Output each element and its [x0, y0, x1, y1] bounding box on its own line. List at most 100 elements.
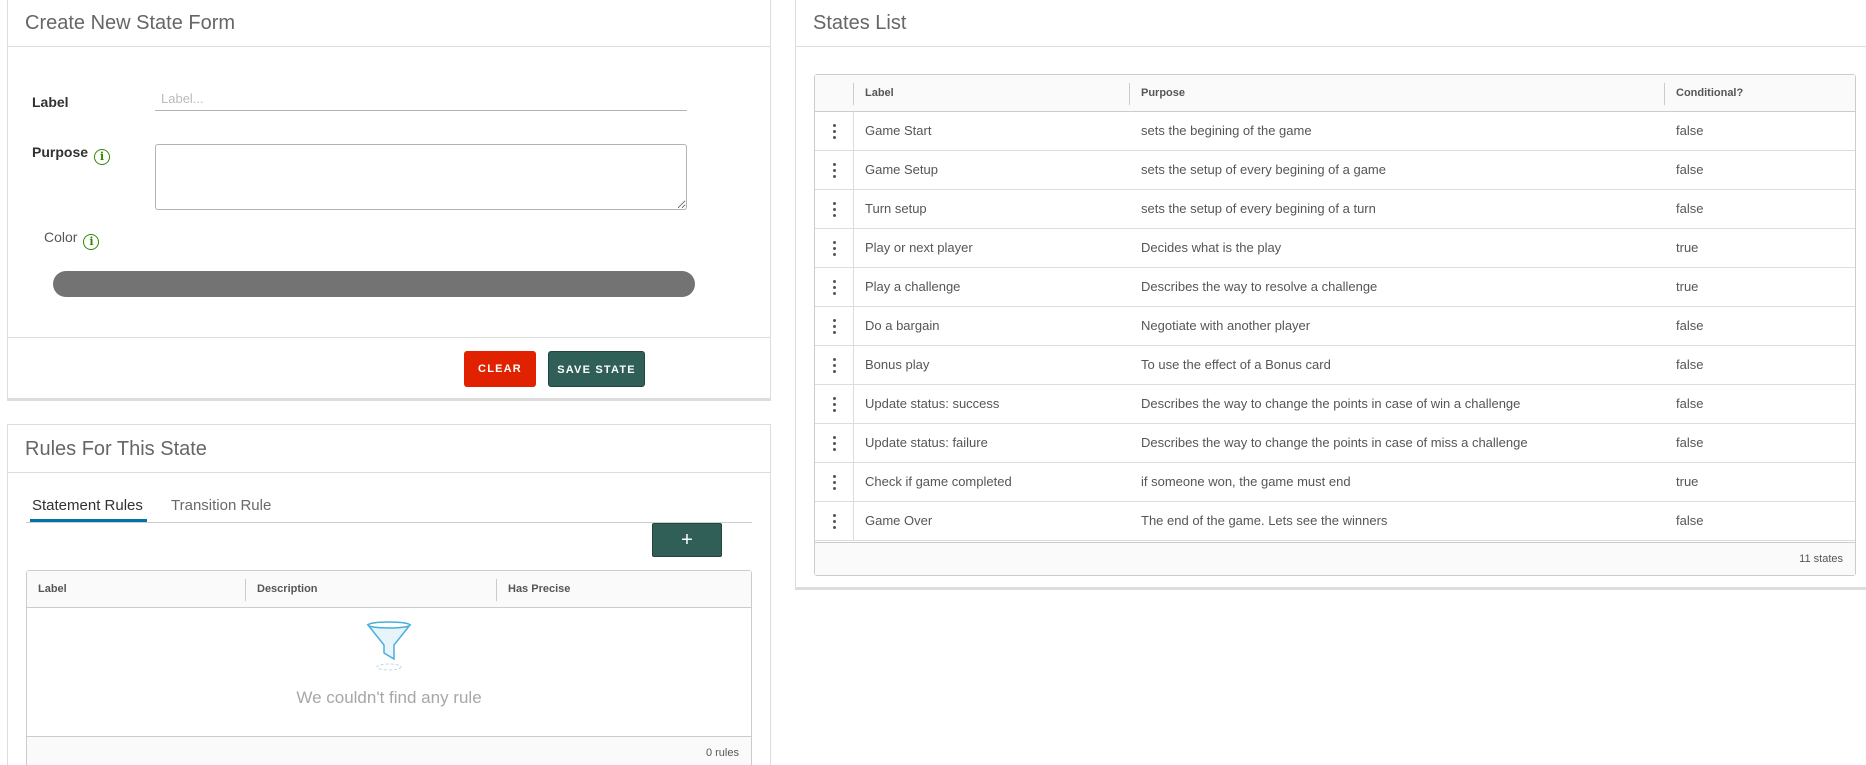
row-actions-icon[interactable]: [815, 229, 853, 267]
purpose-textarea[interactable]: [155, 144, 687, 210]
state-purpose: Negotiate with another player: [1141, 318, 1311, 333]
state-label: Game Setup: [865, 162, 938, 177]
table-row[interactable]: Bonus play To use the effect of a Bonus …: [815, 346, 1855, 385]
state-purpose: Describes the way to change the points i…: [1141, 435, 1528, 450]
state-conditional: false: [1676, 123, 1704, 138]
cell-divider: [853, 151, 854, 189]
state-conditional: true: [1676, 474, 1699, 489]
cell-divider: [853, 229, 854, 267]
row-actions-icon[interactable]: [815, 463, 853, 501]
state-purpose: Describes the way to change the points i…: [1141, 396, 1521, 411]
row-actions-icon[interactable]: [815, 424, 853, 462]
table-row[interactable]: Play a challenge Describes the way to re…: [815, 268, 1855, 307]
states-table: Label Purpose Conditional? Game Start se…: [814, 74, 1856, 576]
state-purpose: if someone won, the game must end: [1141, 474, 1351, 489]
create-state-form-card: Create New State Form Label Purpose i Col…: [7, 0, 771, 401]
states-title: States List: [796, 0, 1866, 47]
color-picker-bar[interactable]: [53, 271, 695, 297]
column-header-description[interactable]: Description: [246, 571, 318, 608]
save-state-button[interactable]: SAVE STATE: [548, 351, 645, 387]
row-actions-icon[interactable]: [815, 190, 853, 228]
state-label: Play or next player: [865, 240, 973, 255]
state-label: Do a bargain: [865, 318, 940, 333]
state-conditional: false: [1676, 357, 1704, 372]
cell-divider: [853, 385, 854, 423]
state-label: Bonus play: [865, 357, 930, 372]
color-field-label: Color: [44, 229, 78, 245]
table-row[interactable]: Game Setup sets the setup of every begin…: [815, 151, 1855, 190]
state-purpose: sets the begining of the game: [1141, 123, 1312, 138]
row-actions-icon[interactable]: [815, 151, 853, 189]
column-header-conditional[interactable]: Conditional?: [1665, 75, 1743, 112]
cell-divider: [853, 463, 854, 501]
table-row[interactable]: Update status: success Describes the way…: [815, 385, 1855, 424]
label-field-label: Label: [32, 94, 69, 110]
empty-state-message: We couldn't find any rule: [296, 688, 482, 707]
purpose-field: Purpose i: [32, 144, 111, 165]
state-conditional: false: [1676, 318, 1704, 333]
info-icon[interactable]: i: [83, 234, 100, 250]
form-footer: CLEAR SAVE STATE: [8, 337, 770, 399]
state-label: Update status: success: [865, 396, 1000, 411]
rules-table: Label Description Has Precise We couldn'…: [26, 570, 752, 765]
clear-button[interactable]: CLEAR: [464, 351, 536, 387]
cell-divider: [853, 190, 854, 228]
state-label: Game Start: [865, 123, 932, 138]
state-label: Check if game completed: [865, 474, 1012, 489]
table-row[interactable]: Game Start sets the begining of the game…: [815, 112, 1855, 151]
row-actions-icon[interactable]: [815, 385, 853, 423]
table-row[interactable]: Turn setup sets the setup of every begin…: [815, 190, 1855, 229]
state-purpose: The end of the game. Lets see the winner…: [1141, 513, 1388, 528]
states-table-body: Game Start sets the begining of the game…: [815, 112, 1855, 541]
tab-transition-rule[interactable]: Transition Rule: [171, 497, 271, 519]
rules-table-header: Label Description Has Precise: [27, 571, 751, 608]
state-conditional: false: [1676, 162, 1704, 177]
table-row[interactable]: Game Over The end of the game. Lets see …: [815, 502, 1855, 541]
state-label: Play a challenge: [865, 279, 961, 294]
states-list-card: States List Label Purpose Conditional? G…: [795, 0, 1866, 590]
row-actions-icon[interactable]: [815, 307, 853, 345]
state-purpose: sets the setup of every begining of a ga…: [1141, 162, 1386, 177]
cell-divider: [853, 346, 854, 384]
states-table-footer: 11 states: [815, 542, 1855, 575]
row-actions-icon[interactable]: [815, 502, 853, 540]
filter-funnel-icon: [366, 621, 412, 671]
states-table-header: Label Purpose Conditional?: [815, 75, 1855, 112]
table-row[interactable]: Play or next player Decides what is the …: [815, 229, 1855, 268]
row-actions-icon[interactable]: [815, 268, 853, 306]
row-actions-icon[interactable]: [815, 346, 853, 384]
form-title: Create New State Form: [8, 0, 770, 47]
purpose-field-label: Purpose: [32, 144, 89, 160]
rules-tabs: Statement Rules Transition Rule: [26, 497, 752, 523]
column-header-purpose[interactable]: Purpose: [1130, 75, 1185, 112]
info-icon[interactable]: i: [94, 149, 111, 165]
color-field: Color i: [44, 229, 100, 250]
state-label: Game Over: [865, 513, 933, 528]
rules-title: Rules For This State: [8, 425, 770, 473]
cell-divider: [853, 307, 854, 345]
table-row[interactable]: Do a bargain Negotiate with another play…: [815, 307, 1855, 346]
state-conditional: true: [1676, 279, 1699, 294]
add-rule-button[interactable]: +: [652, 523, 722, 557]
cell-divider: [853, 424, 854, 462]
state-label: Update status: failure: [865, 435, 988, 450]
table-row[interactable]: Check if game completed if someone won, …: [815, 463, 1855, 502]
state-purpose: sets the setup of every begining of a tu…: [1141, 201, 1376, 216]
column-header-label[interactable]: Label: [27, 571, 67, 608]
tab-statement-rules[interactable]: Statement Rules: [30, 497, 147, 522]
rules-table-footer: 0 rules: [27, 736, 751, 765]
state-label: Turn setup: [865, 201, 927, 216]
state-conditional: false: [1676, 435, 1704, 450]
state-conditional: false: [1676, 513, 1704, 528]
label-input[interactable]: [155, 87, 687, 111]
state-conditional: true: [1676, 240, 1699, 255]
state-conditional: false: [1676, 396, 1704, 411]
table-row[interactable]: Update status: failure Describes the way…: [815, 424, 1855, 463]
cell-divider: [853, 502, 854, 540]
row-actions-icon[interactable]: [815, 112, 853, 150]
column-header-has-precise[interactable]: Has Precise: [497, 571, 570, 608]
cell-divider: [853, 268, 854, 306]
rules-card: Rules For This State Statement Rules Tra…: [7, 424, 771, 765]
state-purpose: Describes the way to resolve a challenge: [1141, 279, 1378, 294]
column-header-label[interactable]: Label: [854, 75, 894, 112]
